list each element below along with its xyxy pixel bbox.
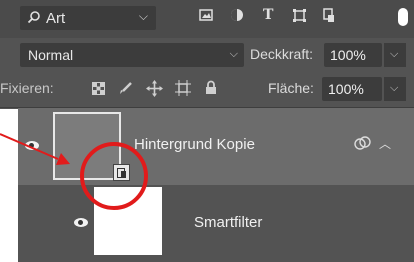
layer-row-smartfilter[interactable]: Smartfilter xyxy=(18,185,414,262)
blend-mode-select[interactable]: Normal ⌵ xyxy=(20,43,244,67)
layer-filter-bar: Art ⌵ T xyxy=(0,0,414,38)
smart-filter-indicator-icon[interactable] xyxy=(354,136,372,150)
layer-name[interactable]: Hintergrund Kopie xyxy=(134,136,255,153)
chevron-down-icon: ⌵ xyxy=(390,82,399,94)
filter-toggle-switch[interactable] xyxy=(398,8,408,26)
fill-label: Fläche: xyxy=(268,80,314,96)
layer-row-hintergrund-kopie[interactable]: Hintergrund Kopie ︿ xyxy=(18,108,414,185)
layer-thumbnail[interactable] xyxy=(53,112,121,180)
filter-kind-select[interactable]: Art ⌵ xyxy=(20,6,156,30)
fill-dropdown-button[interactable]: ⌵ xyxy=(384,77,406,101)
lock-transparency-icon[interactable] xyxy=(92,82,105,95)
chevron-down-icon: ⌵ xyxy=(390,48,399,60)
layers-panel: Art ⌵ T Normal ⌵ Deckkraft: 100% ⌵ Fixie… xyxy=(0,0,414,262)
opacity-label: Deckkraft: xyxy=(250,46,314,62)
shape-filter-icon[interactable] xyxy=(292,8,307,23)
adjustment-filter-icon[interactable] xyxy=(230,8,244,22)
fill-value: 100% xyxy=(328,81,364,97)
lock-all-icon[interactable] xyxy=(205,80,217,95)
visibility-eye-icon[interactable] xyxy=(25,141,39,150)
fill-input[interactable]: 100% xyxy=(322,77,382,101)
type-filter-icon[interactable]: T xyxy=(263,7,273,23)
opacity-value: 100% xyxy=(330,47,366,63)
blend-mode-value: Normal xyxy=(28,47,74,63)
filter-kind-value: Art xyxy=(46,10,66,27)
chevron-down-icon: ⌵ xyxy=(229,48,238,60)
visibility-eye-icon[interactable] xyxy=(74,218,88,227)
lock-artboard-icon[interactable] xyxy=(175,80,191,96)
chevron-down-icon: ⌵ xyxy=(138,9,148,23)
opacity-dropdown-button[interactable]: ⌵ xyxy=(384,43,406,67)
lock-fill-bar: Fixieren: Fläche: 100% ⌵ xyxy=(0,71,414,108)
lock-position-icon[interactable] xyxy=(146,80,163,97)
blend-opacity-bar: Normal ⌵ Deckkraft: 100% ⌵ xyxy=(0,38,414,71)
smart-filter-mask-thumbnail[interactable] xyxy=(94,187,162,255)
smart-object-badge-icon xyxy=(113,164,130,181)
lock-pixels-icon[interactable] xyxy=(118,81,133,96)
opacity-input[interactable]: 100% xyxy=(324,43,382,67)
smart-object-filter-icon[interactable] xyxy=(322,8,336,23)
smart-filter-name[interactable]: Smartfilter xyxy=(194,214,262,231)
lock-label: Fixieren: xyxy=(0,80,54,96)
image-filter-icon[interactable] xyxy=(199,8,213,22)
search-icon xyxy=(27,11,40,24)
outside-area xyxy=(0,109,18,262)
expand-collapse-icon[interactable]: ︿ xyxy=(379,135,391,152)
